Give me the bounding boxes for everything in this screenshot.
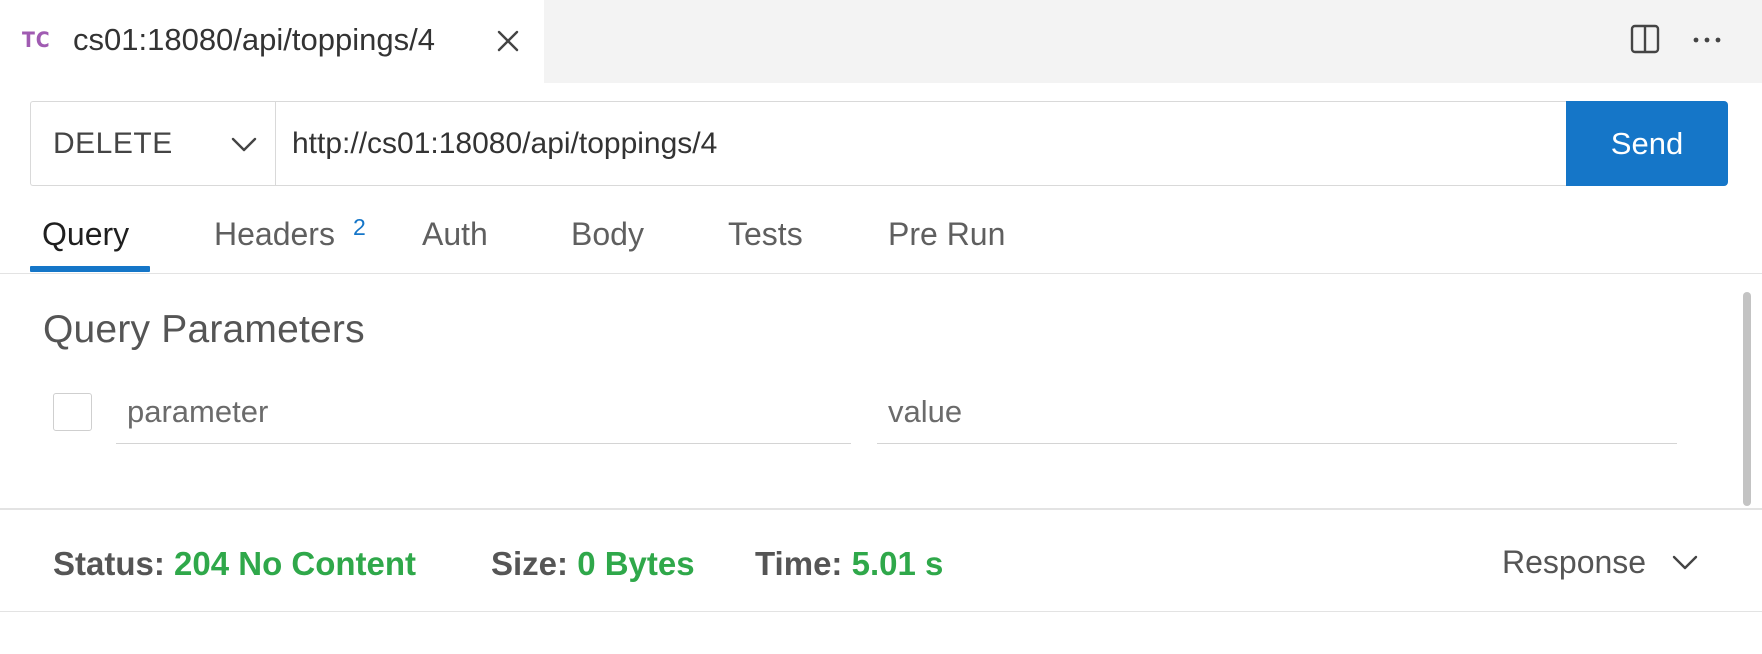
- response-toggle[interactable]: Response: [1502, 544, 1646, 581]
- active-tab-indicator: [30, 266, 150, 272]
- param-enabled-checkbox[interactable]: [53, 393, 92, 431]
- tab-headers[interactable]: Headers: [214, 216, 335, 253]
- chevron-down-icon[interactable]: [1670, 550, 1700, 574]
- chevron-down-icon: [231, 137, 257, 152]
- time-stat: Time: 5.01 s: [755, 545, 943, 583]
- size-value: 0 Bytes: [577, 545, 695, 582]
- tab-body[interactable]: Body: [571, 216, 644, 253]
- tab-title: cs01:18080/api/toppings/4: [73, 22, 435, 57]
- editor-tab[interactable]: TC cs01:18080/api/toppings/4: [0, 0, 544, 83]
- close-icon[interactable]: [493, 26, 523, 56]
- request-bar: DELETE Send: [30, 101, 1728, 186]
- method-label: DELETE: [53, 127, 173, 160]
- response-status-bar: Status: 204 No Content Size: 0 Bytes Tim…: [0, 508, 1762, 612]
- tab-query[interactable]: Query: [42, 216, 129, 253]
- request-tabs: Query Headers 2 Auth Body Tests Pre Run: [0, 200, 1762, 274]
- section-title: Query Parameters: [43, 308, 365, 351]
- status-stat: Status: 204 No Content: [53, 545, 416, 583]
- tab-auth[interactable]: Auth: [422, 216, 488, 253]
- status-value: 204 No Content: [174, 545, 417, 582]
- time-value: 5.01 s: [851, 545, 944, 582]
- tab-tests[interactable]: Tests: [728, 216, 803, 253]
- size-label: Size:: [491, 545, 569, 582]
- status-label: Status:: [53, 545, 165, 582]
- param-name-input[interactable]: [116, 380, 851, 444]
- split-editor-icon[interactable]: [1628, 22, 1662, 56]
- url-input[interactable]: [275, 101, 1597, 186]
- scrollbar-thumb[interactable]: [1743, 292, 1751, 506]
- param-value-input[interactable]: [877, 380, 1677, 444]
- size-stat: Size: 0 Bytes: [491, 545, 695, 583]
- thunder-client-badge-icon: TC: [22, 28, 51, 52]
- send-button[interactable]: Send: [1566, 101, 1728, 186]
- headers-count-badge: 2: [353, 214, 366, 240]
- more-actions-icon[interactable]: [1690, 22, 1724, 56]
- editor-tab-bar: TC cs01:18080/api/toppings/4: [0, 0, 1762, 83]
- tab-pre-run[interactable]: Pre Run: [888, 216, 1005, 253]
- method-select[interactable]: DELETE: [30, 101, 275, 186]
- time-label: Time:: [755, 545, 843, 582]
